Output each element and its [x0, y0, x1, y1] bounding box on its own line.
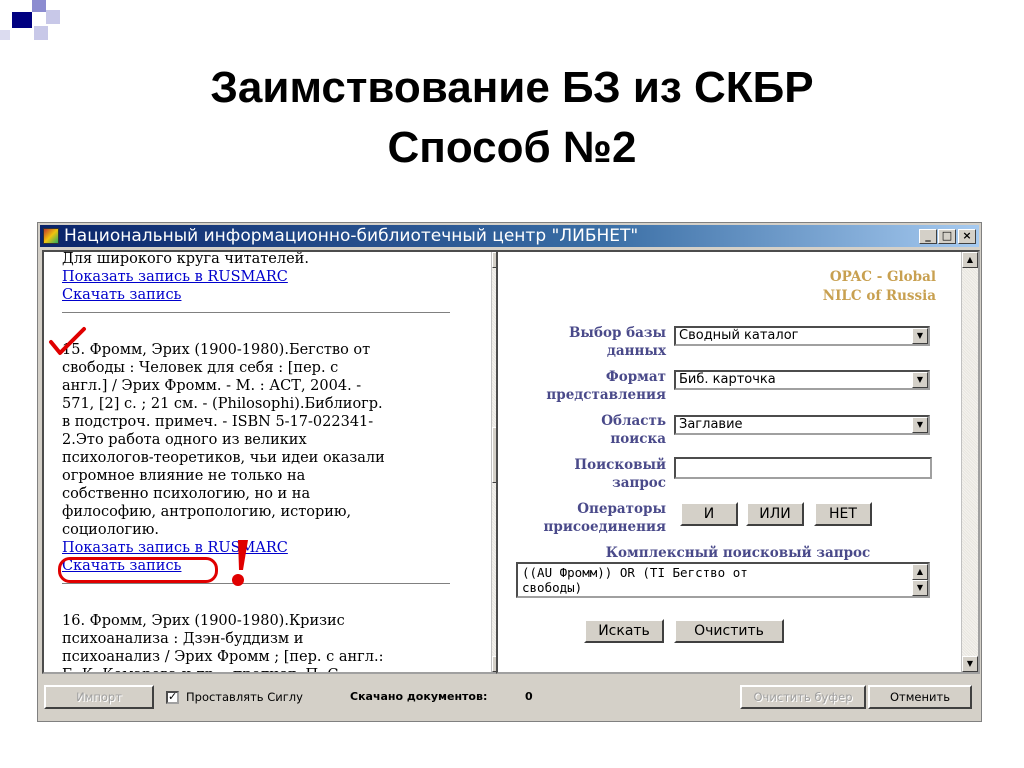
format-label: Формат представления — [546, 369, 666, 403]
query-input[interactable] — [674, 457, 932, 479]
show-rusmarc-link[interactable]: Показать запись в RUSMARC — [62, 539, 462, 557]
record-line: Б. К. Комарова и др. ; предисл. П. С. — [62, 666, 462, 672]
decor-square-mid — [32, 0, 46, 12]
complex-query-textarea[interactable]: ((AU Фромм)) OR (TI Бегство от свободы) … — [516, 562, 930, 598]
decor-square-light — [0, 30, 10, 40]
complex-query-label: Комплексный поисковый запрос — [605, 545, 871, 561]
operators-label: Операторы присоединения — [543, 501, 667, 535]
maximize-button[interactable]: □ — [938, 229, 956, 244]
decor-square-mid — [46, 10, 60, 24]
record-line: психоанализ / Эрих Фромм ; [пер. с англ.… — [62, 649, 384, 665]
scroll-down-arrow-icon[interactable]: ▼ — [962, 656, 978, 672]
record-line: 2.Это работа одного из великих — [62, 432, 307, 448]
exclamation-annotation-icon — [232, 540, 248, 586]
highlight-ellipse — [58, 557, 218, 583]
sigla-checkbox[interactable]: ✓ — [166, 691, 179, 704]
decor-square-light — [34, 26, 48, 40]
operator-and-button[interactable]: И — [680, 502, 738, 526]
minimize-button[interactable]: _ — [919, 229, 937, 244]
form-scrollbar[interactable]: ▲ ▼ — [961, 252, 978, 672]
record-line: собственно психологию, но и на — [62, 486, 311, 502]
scroll-down-arrow-icon[interactable]: ▼ — [912, 580, 928, 596]
result-record-15: 15. Фромм, Эрих (1900-1980).Бегство от с… — [62, 341, 462, 575]
record-line: англ.] / Эрих Фромм. - М. : АСТ, 2004. - — [62, 378, 362, 394]
chevron-down-icon[interactable]: ▼ — [912, 372, 928, 388]
result-record-16: 16. Фромм, Эрих (1900-1980).Кризис психо… — [62, 612, 462, 672]
opac-line1: OPAC - Global — [829, 269, 936, 285]
download-record-link[interactable]: Скачать запись — [62, 286, 462, 304]
record-line: социологию. — [62, 522, 160, 538]
opac-line2: NILC of Russia — [822, 288, 936, 304]
window-titlebar[interactable]: Национальный информационно-библиотечный … — [40, 225, 979, 247]
downloaded-label: Скачано документов: — [350, 690, 488, 703]
query-label: Поисковый запрос — [574, 457, 666, 491]
operator-or-button[interactable]: ИЛИ — [746, 502, 804, 526]
import-button[interactable]: Импорт — [44, 685, 154, 709]
corner-decoration — [0, 0, 80, 50]
record-line: 571, [2] с. ; 21 см. - (Philosophi).Библ… — [62, 396, 383, 412]
slide-title-line1: Заимствование БЗ из СКБР — [210, 63, 814, 112]
search-button[interactable]: Искать — [584, 619, 664, 643]
app-icon — [43, 228, 59, 244]
cancel-button[interactable]: Отменить — [868, 685, 972, 709]
divider — [62, 312, 450, 313]
window-title: Национальный информационно-библиотечный … — [64, 226, 639, 246]
record-line: психоанализа : Дзэн-буддизм и — [62, 631, 304, 647]
textarea-scrollbar[interactable]: ▲ ▼ — [912, 564, 928, 596]
record-line: психологов-теоретиков, чьи идеи оказали — [62, 450, 385, 466]
opac-caption: OPAC - Global NILC of Russia — [823, 268, 936, 306]
chevron-down-icon[interactable]: ▼ — [912, 417, 928, 433]
database-label: Выбор базы данных — [569, 325, 666, 359]
application-window: Национальный информационно-библиотечный … — [37, 222, 982, 722]
result-text: Для широкого круга читателей. — [62, 251, 309, 267]
clear-buffer-button[interactable]: Очистить буфер — [740, 685, 866, 709]
slide-title: Заимствование БЗ из СКБР Способ №2 — [0, 58, 1024, 178]
record-line: свободы : Человек для себя : [пер. с — [62, 360, 339, 376]
search-area-label: Область поиска — [601, 413, 666, 447]
record-line: 16. Фромм, Эрих (1900-1980).Кризис — [62, 613, 345, 629]
scroll-up-arrow-icon[interactable]: ▲ — [962, 252, 978, 268]
clear-button[interactable]: Очистить — [674, 619, 784, 643]
show-rusmarc-link[interactable]: Показать запись в RUSMARC — [62, 268, 462, 286]
record-line: философию, антропологию, историю, — [62, 504, 352, 520]
database-select[interactable]: Сводный каталог ▼ — [674, 326, 930, 346]
downloaded-count: 0 — [525, 690, 533, 703]
divider — [62, 583, 450, 584]
format-select[interactable]: Биб. карточка ▼ — [674, 370, 930, 390]
record-line: 15. Фромм, Эрих (1900-1980).Бегство от — [62, 342, 371, 358]
results-pane: Для широкого круга читателей. Показать з… — [42, 250, 510, 674]
checkmark-annotation-icon — [49, 327, 86, 355]
scroll-up-arrow-icon[interactable]: ▲ — [912, 564, 928, 580]
record-line: огромное влияние не только на — [62, 468, 306, 484]
status-bar: Импорт ✓ Проставлять Сиглу Скачано докум… — [42, 681, 976, 713]
close-button[interactable]: × — [958, 229, 976, 244]
slide-title-line2: Способ №2 — [387, 123, 637, 172]
search-area-select[interactable]: Заглавие ▼ — [674, 415, 930, 435]
sigla-checkbox-label: Проставлять Сиглу — [186, 690, 303, 704]
decor-square-dark — [12, 12, 32, 28]
record-line: в подстроч. примеч. - ISBN 5-17-022341- — [62, 414, 374, 430]
chevron-down-icon[interactable]: ▼ — [912, 328, 928, 344]
operator-not-button[interactable]: НЕТ — [814, 502, 872, 526]
search-form-pane: OPAC - Global NILC of Russia Выбор базы … — [496, 250, 980, 674]
results-list: Для широкого круга читателей. Показать з… — [62, 251, 462, 672]
